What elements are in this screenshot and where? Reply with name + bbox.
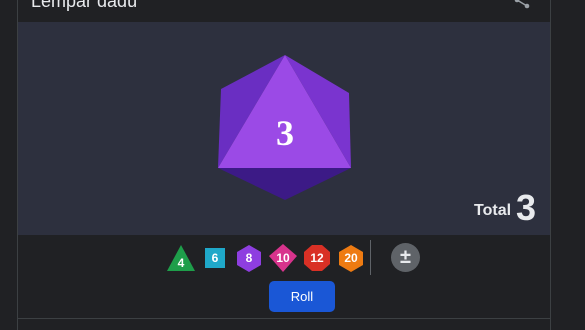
dice-roller-card: Lempar dadu 3 Total 3 4 6 8 10 12 20 ± R…: [17, 0, 551, 330]
d8-die-icon[interactable]: 3: [218, 53, 353, 203]
roll-button[interactable]: Roll: [269, 281, 335, 312]
d20-button[interactable]: 20: [336, 243, 366, 273]
d8-label: 8: [245, 251, 253, 265]
d6-label: 6: [211, 251, 219, 265]
d10-label: 10: [276, 251, 290, 265]
die-value: 3: [276, 113, 294, 153]
d12-label: 12: [310, 251, 324, 265]
d10-button[interactable]: 10: [268, 243, 298, 273]
card-footer-divider: [18, 318, 550, 319]
card-title: Lempar dadu: [31, 0, 138, 11]
dice-stage: 3 Total 3: [18, 22, 550, 235]
divider: [370, 240, 371, 275]
d4-label: 4: [177, 256, 185, 270]
die-face-bottom: [218, 168, 351, 200]
d12-button[interactable]: 12: [302, 243, 332, 273]
d4-button[interactable]: 4: [166, 243, 196, 273]
d20-label: 20: [344, 251, 358, 265]
d8-button[interactable]: 8: [234, 243, 264, 273]
modifier-button[interactable]: ±: [391, 243, 420, 272]
total-label: Total: [474, 202, 512, 219]
total-value: 3: [516, 187, 537, 228]
d6-button[interactable]: 6: [200, 243, 230, 273]
share-icon[interactable]: [512, 0, 532, 10]
card-header: Lempar dadu: [18, 0, 550, 22]
